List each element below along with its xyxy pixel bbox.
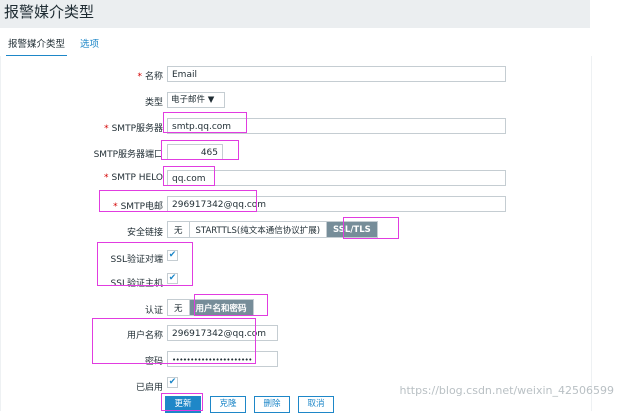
type-select[interactable]: 电子邮件 ▼ (167, 92, 225, 108)
smtp-helo-input[interactable]: qq.com (167, 170, 506, 186)
smtp-port-label: SMTP服务器端口 (93, 150, 163, 160)
password-input[interactable]: •••••••••••••••••••••• (167, 351, 278, 367)
auth-segmented: 无 用户名和密码 (167, 299, 254, 316)
ssl-verify-peer-checkbox[interactable]: ✔ (167, 250, 178, 261)
type-label: 类型 (144, 98, 163, 108)
smtp-server-input[interactable]: smtp.qq.com (167, 118, 506, 134)
watermark: https://blog.csdn.net/weixin_42506599 (399, 384, 614, 397)
ssl-verify-host-label: SSL验证主机 (110, 279, 163, 289)
auth-label: 认证 (144, 306, 163, 316)
username-input[interactable]: 296917342@qq.com (167, 325, 278, 341)
password-label: 密码 (144, 357, 163, 367)
ssl-verify-peer-label: SSL验证对端 (110, 255, 163, 265)
smtp-email-input[interactable]: 296917342@qq.com (167, 196, 506, 212)
tab-bar: 报警媒介类型 选项 (0, 32, 590, 57)
security-segmented: 无 STARTTLS(纯文本通信协议扩展) SSL/TLS (167, 221, 378, 238)
clone-button[interactable]: 克隆 (210, 396, 246, 413)
enabled-checkbox[interactable]: ✔ (167, 377, 178, 388)
security-label: 安全链接 (126, 228, 163, 238)
name-input[interactable]: Email (167, 66, 506, 82)
chevron-down-icon: ▼ (207, 95, 215, 105)
delete-button[interactable]: 删除 (254, 396, 290, 413)
page-title: 报警媒介类型 (4, 3, 95, 21)
smtp-server-label: * SMTP服务器 (104, 124, 163, 134)
page-header: 报警媒介类型 (0, 0, 590, 28)
ssl-verify-host-checkbox[interactable]: ✔ (167, 273, 178, 284)
check-icon: ✔ (168, 250, 177, 260)
name-label: * 名称 (137, 72, 163, 82)
tab-options[interactable]: 选项 (78, 36, 101, 50)
cancel-button[interactable]: 取消 (298, 396, 334, 413)
tab-media-type[interactable]: 报警媒介类型 (6, 36, 68, 57)
auth-none-option[interactable]: 无 (168, 300, 190, 315)
update-button[interactable]: 更新 (165, 396, 201, 413)
security-starttls-option[interactable]: STARTTLS(纯文本通信协议扩展) (190, 222, 328, 237)
security-none-option[interactable]: 无 (168, 222, 190, 237)
smtp-helo-label: * SMTP HELO (104, 173, 163, 183)
check-icon: ✔ (168, 273, 177, 283)
check-icon: ✔ (168, 377, 177, 387)
auth-userpass-option[interactable]: 用户名和密码 (189, 300, 253, 315)
smtp-email-label: * SMTP电邮 (113, 202, 163, 212)
smtp-port-input[interactable]: 465 (167, 144, 223, 160)
enabled-label: 已启用 (135, 383, 163, 393)
security-ssltls-option[interactable]: SSL/TLS (327, 222, 377, 237)
username-label: 用户名称 (126, 331, 163, 341)
